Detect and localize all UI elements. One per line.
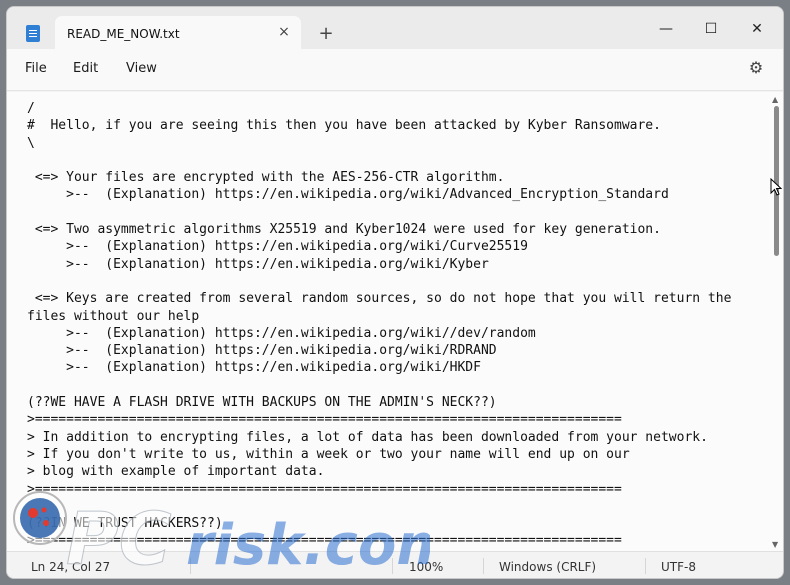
notepad-window: READ_ME_NOW.txt × + — ☐ ✕ File Edit View…	[6, 6, 784, 579]
text-line: >-- (Explanation) https://en.wikipedia.o…	[27, 325, 536, 341]
menu-view[interactable]: View	[126, 61, 157, 76]
text-line: >=======================================…	[27, 481, 622, 497]
text-line: >-- (Explanation) https://en.wikipedia.o…	[27, 343, 497, 359]
text-editor[interactable]: / # Hello, if you are seeing this then yo…	[7, 92, 769, 551]
status-divider	[392, 558, 393, 574]
status-divider	[483, 558, 484, 574]
text-line: <=> Two asymmetric algorithms X25519 and…	[27, 222, 661, 238]
minimize-button[interactable]: —	[643, 15, 689, 43]
text-line: > blog with example of important data.	[27, 464, 325, 480]
status-bar: Ln 24, Col 27 100% Windows (CRLF) UTF-8	[7, 551, 783, 578]
tab-read-me-now[interactable]: READ_ME_NOW.txt ×	[55, 16, 301, 49]
text-line: # Hello, if you are seeing this then you…	[27, 118, 661, 134]
text-line: <=> Keys are created from several random…	[27, 291, 732, 307]
settings-gear-icon[interactable]: ⚙	[747, 59, 765, 77]
tab-title: READ_ME_NOW.txt	[67, 27, 180, 41]
text-line: >-- (Explanation) https://en.wikipedia.o…	[27, 360, 481, 376]
scroll-down-arrow-icon[interactable]: ▼	[772, 540, 778, 549]
text-line: /	[27, 101, 35, 116]
close-window-button[interactable]: ✕	[734, 15, 780, 43]
new-tab-button[interactable]: +	[315, 23, 337, 45]
text-line	[27, 152, 731, 169]
scroll-up-arrow-icon[interactable]: ▲	[772, 95, 778, 104]
status-divider	[645, 558, 646, 574]
close-tab-icon[interactable]: ×	[275, 23, 293, 41]
text-line: >-- (Explanation) https://en.wikipedia.o…	[27, 187, 669, 203]
status-divider	[190, 558, 191, 574]
text-line: <=> Your files are encrypted with the AE…	[27, 170, 505, 186]
menu-edit[interactable]: Edit	[73, 61, 98, 76]
text-line	[27, 204, 731, 221]
vertical-scrollbar[interactable]: ▲ ▼	[769, 92, 783, 551]
text-line	[27, 498, 731, 515]
mouse-cursor-icon	[770, 178, 782, 196]
menu-file[interactable]: File	[25, 61, 47, 76]
text-line: \	[27, 135, 35, 151]
text-line: >-- (Explanation) https://en.wikipedia.o…	[27, 256, 489, 272]
zoom-level[interactable]: 100%	[409, 560, 443, 574]
text-line: >-- (Explanation) https://en.wikipedia.o…	[27, 239, 528, 255]
document-text[interactable]: / # Hello, if you are seeing this then yo…	[27, 100, 731, 550]
encoding[interactable]: UTF-8	[661, 560, 696, 574]
maximize-button[interactable]: ☐	[688, 15, 734, 43]
text-line: >=======================================…	[27, 533, 622, 549]
text-line: > In addition to encrypting files, a lot…	[27, 429, 708, 445]
menu-bar: File Edit View ⚙	[7, 49, 783, 91]
text-line: >=======================================…	[27, 412, 622, 428]
cursor-position: Ln 24, Col 27	[31, 560, 111, 574]
notepad-app-icon	[26, 25, 40, 42]
text-line: (??WE HAVE A FLASH DRIVE WITH BACKUPS ON…	[27, 395, 497, 411]
text-line: > If you don't write to us, within a wee…	[27, 446, 630, 462]
text-line	[27, 377, 731, 394]
line-ending[interactable]: Windows (CRLF)	[499, 560, 596, 574]
title-bar: READ_ME_NOW.txt × + — ☐ ✕	[7, 7, 783, 49]
text-line	[27, 273, 731, 290]
text-line: files without our help	[27, 308, 200, 324]
text-line: (??IN WE TRUST HACKERS??)	[27, 516, 223, 532]
